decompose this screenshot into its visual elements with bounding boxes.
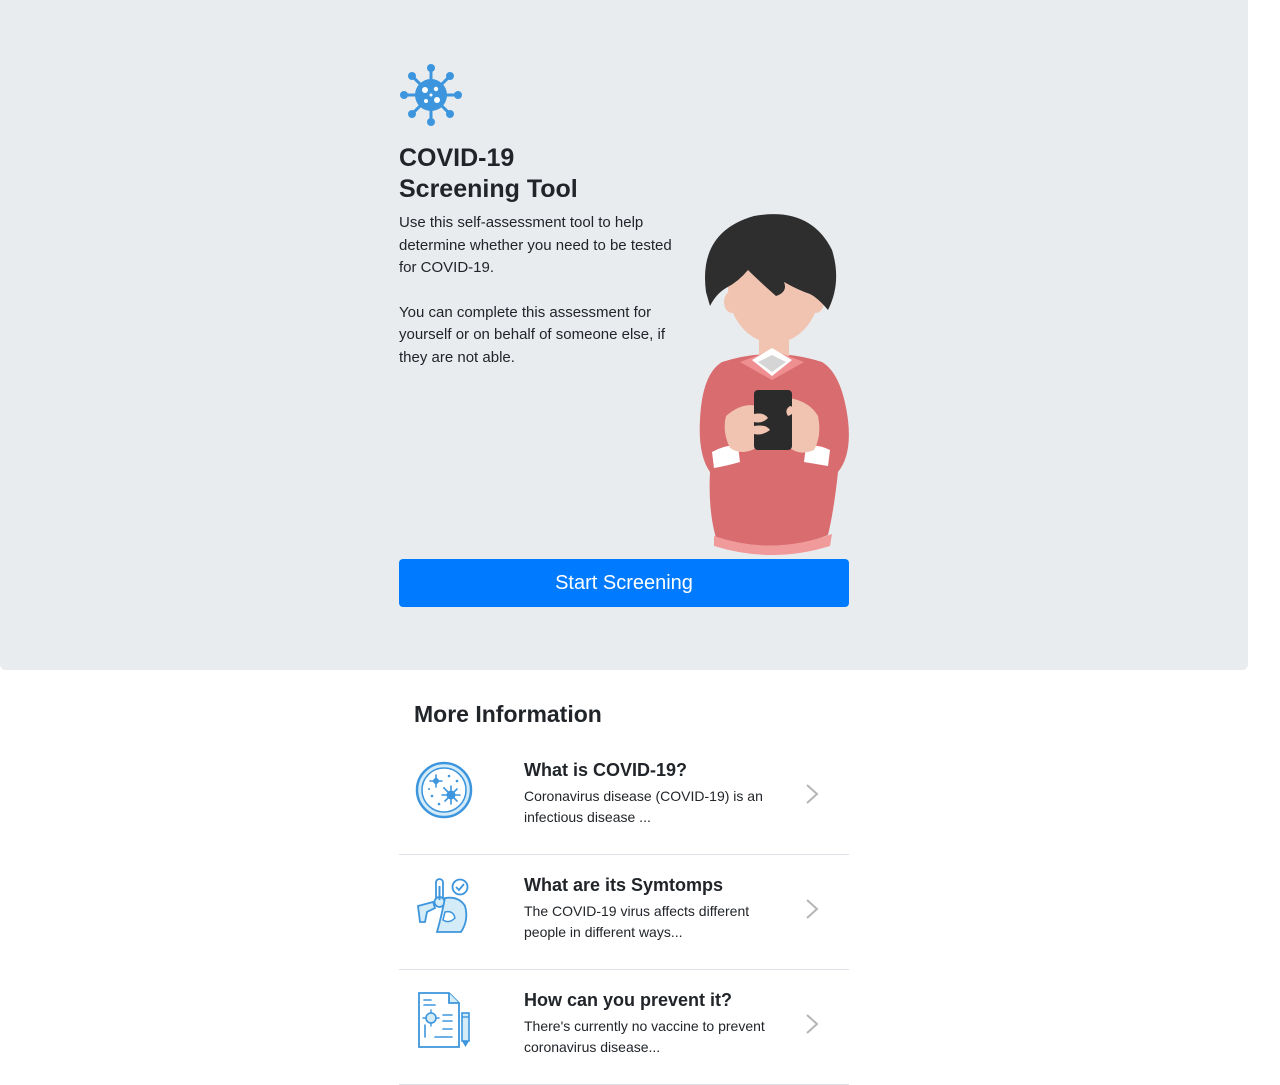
page-title: COVID-19 Screening Tool	[399, 143, 578, 205]
prevention-document-icon	[418, 992, 470, 1048]
description-paragraph-2: You can complete this assessment for you…	[399, 303, 665, 366]
start-screening-button[interactable]: Start Screening	[399, 559, 849, 607]
info-item-symptoms[interactable]: What are its Symtomps The COVID-19 virus…	[399, 855, 849, 970]
title-line-1: COVID-19	[399, 144, 515, 172]
person-holding-phone-illustration	[699, 214, 849, 555]
info-heading: What are its Symtomps	[524, 875, 724, 895]
description-paragraph-1: Use this self-assessment tool to help de…	[399, 214, 672, 276]
info-item-what-is-covid[interactable]: What is COVID-19? Coronavirus disease (C…	[399, 740, 849, 855]
info-item-prevention[interactable]: How can you prevent it? There's currentl…	[399, 970, 849, 1085]
chevron-right-icon	[806, 784, 819, 804]
hero-section: COVID-19 Screening Tool Use this self-as…	[0, 0, 1248, 670]
title-line-2: Screening Tool	[399, 175, 578, 203]
info-text: The COVID-19 virus affects different peo…	[524, 903, 750, 940]
chevron-right-icon	[806, 899, 819, 919]
symptoms-thermometer-icon	[417, 878, 469, 933]
virus-petri-dish-icon	[415, 761, 473, 819]
info-text: There's currently no vaccine to prevent …	[524, 1018, 765, 1055]
more-information-title: More Information	[414, 701, 602, 727]
description: Use this self-assessment tool to help de…	[399, 212, 684, 369]
chevron-right-icon	[806, 1014, 819, 1034]
info-list: What is COVID-19? Coronavirus disease (C…	[399, 740, 849, 1085]
virus-icon	[400, 64, 462, 126]
info-heading: How can you prevent it?	[524, 990, 733, 1010]
info-text: Coronavirus disease (COVID-19) is an inf…	[524, 788, 763, 825]
info-heading: What is COVID-19?	[524, 760, 688, 780]
